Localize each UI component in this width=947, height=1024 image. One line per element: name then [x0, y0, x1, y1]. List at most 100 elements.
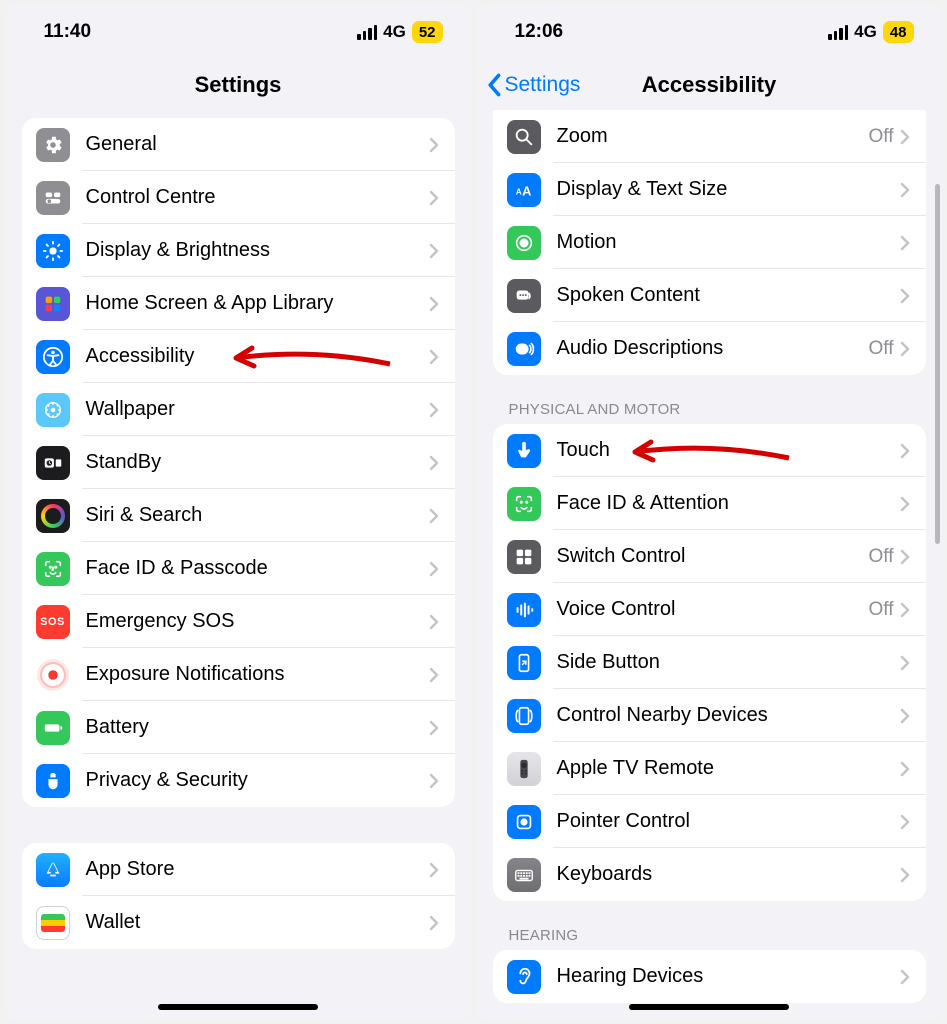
row-general[interactable]: General: [22, 118, 455, 171]
row-hearing-devices[interactable]: Hearing Devices: [493, 950, 926, 1003]
row-label: Spoken Content: [557, 284, 900, 307]
row-label: App Store: [86, 858, 429, 881]
row-label: Touch: [557, 439, 900, 462]
chevron-left-icon: [487, 73, 503, 97]
appstore-icon: [36, 853, 70, 887]
appletv-remote-icon: [507, 752, 541, 786]
network-type: 4G: [383, 22, 406, 42]
chevron-right-icon: [429, 667, 439, 683]
row-label: Exposure Notifications: [86, 663, 429, 686]
home-indicator[interactable]: [158, 1004, 318, 1010]
standby-icon: [36, 446, 70, 480]
hearing-icon: [507, 960, 541, 994]
row-label: Apple TV Remote: [557, 757, 900, 780]
scroll-indicator[interactable]: [935, 184, 940, 544]
row-app-store[interactable]: App Store: [22, 843, 455, 896]
row-faceid-passcode[interactable]: Face ID & Passcode: [22, 542, 455, 595]
row-switch-control[interactable]: Switch Control Off: [493, 530, 926, 583]
row-label: Switch Control: [557, 545, 869, 568]
row-exposure-notifications[interactable]: Exposure Notifications: [22, 648, 455, 701]
chevron-right-icon: [429, 720, 439, 736]
row-label: Face ID & Attention: [557, 492, 900, 515]
pointer-control-icon: [507, 805, 541, 839]
navbar: Settings Accessibility: [477, 60, 942, 110]
row-side-button[interactable]: Side Button: [493, 636, 926, 689]
battery-icon: [36, 711, 70, 745]
control-centre-icon: [36, 181, 70, 215]
chevron-right-icon: [900, 708, 910, 724]
row-faceid-attention[interactable]: Face ID & Attention: [493, 477, 926, 530]
row-label: Keyboards: [557, 863, 900, 886]
status-bar: 12:06 4G 48: [477, 4, 942, 60]
chevron-right-icon: [429, 614, 439, 630]
row-battery[interactable]: Battery: [22, 701, 455, 754]
physical-motor-group: Touch Face ID & Attention Switch Control…: [493, 424, 926, 901]
row-control-centre[interactable]: Control Centre: [22, 171, 455, 224]
row-label: Zoom: [557, 125, 869, 148]
row-standby[interactable]: StandBy: [22, 436, 455, 489]
back-button[interactable]: Settings: [487, 73, 581, 97]
row-label: Battery: [86, 716, 429, 739]
row-keyboards[interactable]: Keyboards: [493, 848, 926, 901]
chevron-right-icon: [900, 235, 910, 251]
row-motion[interactable]: Motion: [493, 216, 926, 269]
sos-icon: SOS: [36, 605, 70, 639]
row-display-text-size[interactable]: AA Display & Text Size: [493, 163, 926, 216]
home-indicator[interactable]: [629, 1004, 789, 1010]
row-control-nearby[interactable]: Control Nearby Devices: [493, 689, 926, 742]
row-voice-control[interactable]: Voice Control Off: [493, 583, 926, 636]
time: 12:06: [515, 21, 564, 43]
chevron-right-icon: [900, 496, 910, 512]
side-button-icon: [507, 646, 541, 680]
svg-text:A: A: [522, 183, 531, 198]
row-zoom[interactable]: Zoom Off: [493, 110, 926, 163]
row-home-screen[interactable]: Home Screen & App Library: [22, 277, 455, 330]
settings-screen: 11:40 4G 52 Settings General Control Cen…: [6, 4, 471, 1020]
chevron-right-icon: [429, 862, 439, 878]
row-wallet[interactable]: Wallet: [22, 896, 455, 949]
battery-badge: 48: [883, 21, 914, 43]
wallpaper-icon: [36, 393, 70, 427]
row-siri-search[interactable]: Siri & Search: [22, 489, 455, 542]
time: 11:40: [44, 21, 92, 43]
row-pointer-control[interactable]: Pointer Control: [493, 795, 926, 848]
row-label: Privacy & Security: [86, 769, 429, 792]
row-label: Face ID & Passcode: [86, 557, 429, 580]
faceid-icon: [36, 552, 70, 586]
switch-control-icon: [507, 540, 541, 574]
chevron-right-icon: [429, 190, 439, 206]
row-label: Display & Text Size: [557, 178, 900, 201]
motion-icon: [507, 226, 541, 260]
row-spoken-content[interactable]: Spoken Content: [493, 269, 926, 322]
siri-icon: [36, 499, 70, 533]
row-label: Hearing Devices: [557, 965, 900, 988]
chevron-right-icon: [429, 455, 439, 471]
accessibility-screen: 12:06 4G 48 Settings Accessibility Zoom …: [477, 4, 942, 1020]
zoom-icon: [507, 120, 541, 154]
accessibility-icon: [36, 340, 70, 374]
chevron-right-icon: [900, 443, 910, 459]
row-label: Control Centre: [86, 186, 429, 209]
row-accessibility[interactable]: Accessibility: [22, 330, 455, 383]
row-label: Motion: [557, 231, 900, 254]
physical-motor-header: Physical and Motor: [509, 401, 910, 418]
row-audio-descriptions[interactable]: Audio Descriptions Off: [493, 322, 926, 375]
chevron-right-icon: [429, 773, 439, 789]
row-appletv-remote[interactable]: Apple TV Remote: [493, 742, 926, 795]
row-label: Emergency SOS: [86, 610, 429, 633]
page-title: Accessibility: [642, 72, 777, 98]
general-icon: [36, 128, 70, 162]
chevron-right-icon: [900, 969, 910, 985]
row-display-brightness[interactable]: Display & Brightness: [22, 224, 455, 277]
row-emergency-sos[interactable]: SOS Emergency SOS: [22, 595, 455, 648]
brightness-icon: [36, 234, 70, 268]
audio-descriptions-icon: [507, 332, 541, 366]
chevron-right-icon: [900, 129, 910, 145]
chevron-right-icon: [429, 296, 439, 312]
row-touch[interactable]: Touch: [493, 424, 926, 477]
chevron-right-icon: [900, 814, 910, 830]
chevron-right-icon: [429, 349, 439, 365]
row-wallpaper[interactable]: Wallpaper: [22, 383, 455, 436]
spoken-content-icon: [507, 279, 541, 313]
row-privacy-security[interactable]: Privacy & Security: [22, 754, 455, 807]
